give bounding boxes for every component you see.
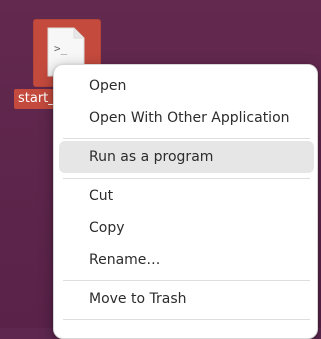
menu-item-rename[interactable]: Rename… <box>59 244 314 276</box>
terminal-prompt-glyph: >_ <box>54 42 68 55</box>
menu-item-open[interactable]: Open <box>59 70 314 102</box>
menu-separator <box>63 178 310 179</box>
desktop-background: >_ start_ Open Open With Other Applicati… <box>0 0 321 339</box>
menu-separator <box>63 138 310 139</box>
menu-item-open-with-other-application[interactable]: Open With Other Application <box>59 102 314 134</box>
menu-item-copy[interactable]: Copy <box>59 212 314 244</box>
menu-item-run-as-program[interactable]: Run as a program <box>59 141 314 173</box>
menu-separator <box>63 280 310 281</box>
file-context-menu: Open Open With Other Application Run as … <box>53 64 318 339</box>
menu-item-move-to-trash[interactable]: Move to Trash <box>59 283 314 315</box>
menu-item-cut[interactable]: Cut <box>59 180 314 212</box>
menu-separator <box>63 319 310 320</box>
